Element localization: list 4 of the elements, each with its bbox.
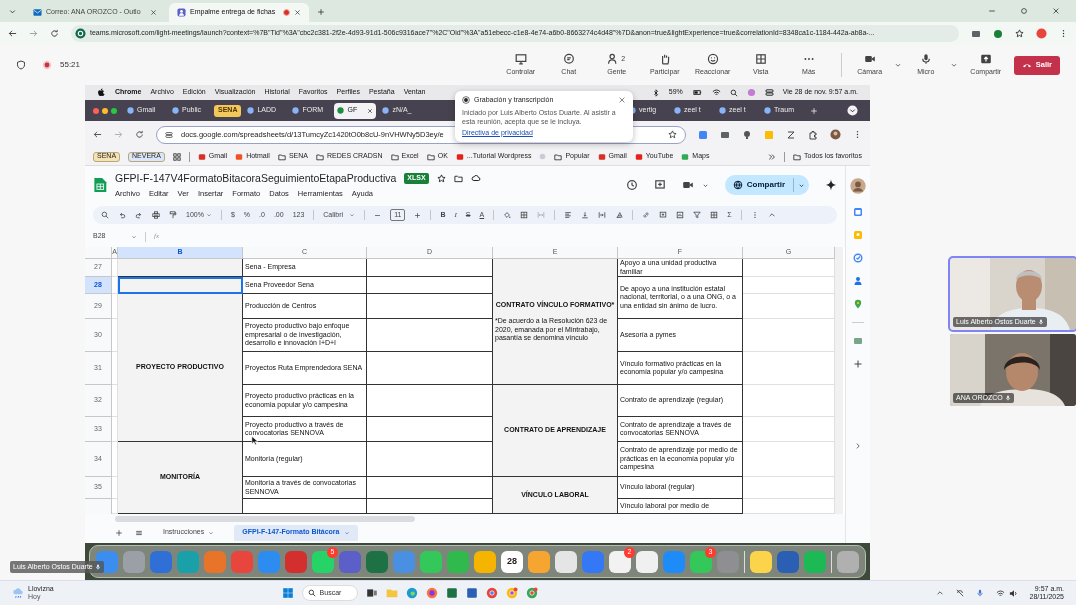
app-icon[interactable]: 28 <box>501 550 523 573</box>
share-button[interactable]: Compartir <box>724 175 809 195</box>
meeting-timer: 55:21 <box>60 59 81 71</box>
document-title[interactable]: GFPI-F-147V4FormatoBitacoraSeguimientoEtapaProductiva <box>115 170 397 187</box>
